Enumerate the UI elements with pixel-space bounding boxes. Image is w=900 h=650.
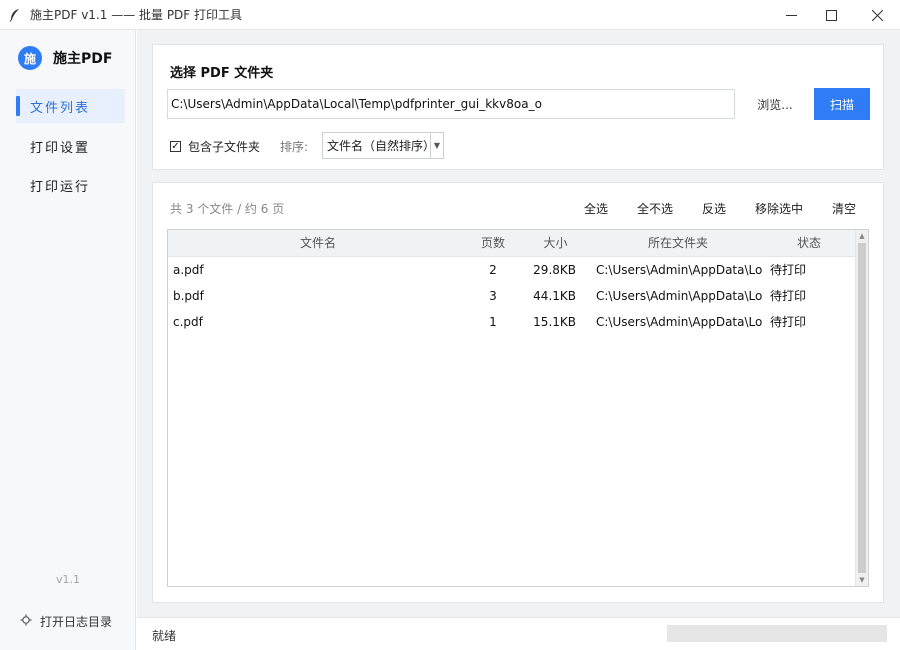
column-header-folder[interactable]: 所在文件夹 [593,230,763,257]
chevron-down-icon[interactable]: ▼ [430,133,443,158]
cell-pages: 2 [489,263,497,277]
cell-status: 待打印 [770,289,807,303]
sort-selected-value: 文件名（自然排序） [327,139,430,153]
cell-pages: 1 [489,315,497,329]
window-title: 施主PDF v1.1 —— 批量 PDF 打印工具 [30,8,243,22]
table-row[interactable]: b.pdf 3 44.1KB C:\Users\Admin\AppData\Lo… [168,283,855,309]
sidebar-item-label: 打印运行 [30,179,91,195]
vertical-scrollbar[interactable]: ▲ ▼ [855,230,868,586]
sort-label: 排序: [280,140,309,154]
sidebar-item-label: 打印设置 [30,140,91,156]
table-row[interactable]: c.pdf 1 15.1KB C:\Users\Admin\AppData\Lo… [168,309,855,335]
progress-bar [667,625,887,642]
column-header-name[interactable]: 文件名 [168,230,468,257]
cell-size: 15.1KB [533,315,576,329]
title-bar: 施主PDF v1.1 —— 批量 PDF 打印工具 [0,0,900,30]
scroll-down-icon[interactable]: ▼ [856,574,868,586]
sidebar-item-label: 文件列表 [30,100,91,116]
table-header: 文件名 页数 大小 所在文件夹 状态 [168,230,855,257]
cell-size: 29.8KB [533,263,576,277]
maximize-button[interactable] [808,0,854,30]
select-all-button[interactable]: 全选 [584,200,608,217]
main-content: 选择 PDF 文件夹 浏览... 扫描 ✓ 包含子文件夹 排序: 文件名（自然排… [137,30,900,617]
include-subfolders-label: 包含子文件夹 [188,140,261,154]
cell-folder: C:\Users\Admin\AppData\Local\Temp\pdfpri… [596,263,762,277]
close-button[interactable] [854,0,900,30]
brand-logo: 施 [18,46,42,70]
open-log-dir-button[interactable]: 打开日志目录 [20,613,112,630]
include-subfolders-checkbox[interactable]: ✓ 包含子文件夹 [170,138,260,155]
feather-icon [0,0,30,30]
brand-name: 施主PDF [53,51,113,67]
table-row[interactable]: a.pdf 2 29.8KB C:\Users\Admin\AppData\Lo… [168,257,855,283]
folder-section-title: 选择 PDF 文件夹 [170,66,274,81]
open-log-dir-label: 打开日志目录 [40,615,113,629]
sort-select[interactable]: 文件名（自然排序） ▼ [322,132,444,159]
remove-selected-button[interactable]: 移除选中 [755,200,803,217]
cell-folder: C:\Users\Admin\AppData\Local\Temp\pdfpri… [596,315,762,329]
cell-name: a.pdf [173,263,204,277]
cell-folder: C:\Users\Admin\AppData\Local\Temp\pdfpri… [596,289,762,303]
scan-button[interactable]: 扫描 [814,88,870,120]
file-summary: 共 3 个文件 / 约 6 页 [170,202,285,216]
cell-status: 待打印 [770,263,807,277]
file-list-panel: 共 3 个文件 / 约 6 页 全选 全不选 反选 移除选中 清空 文件名 页数… [152,182,884,603]
cell-name: b.pdf [173,289,204,303]
browse-button[interactable]: 浏览... [747,89,803,119]
column-header-size[interactable]: 大小 [518,230,593,257]
folder-path-input[interactable] [167,89,735,119]
select-none-button[interactable]: 全不选 [637,200,673,217]
status-bar: 就绪 [137,617,900,650]
sidebar-item-print-settings[interactable]: 打印设置 [16,129,125,163]
clear-button[interactable]: 清空 [832,200,856,217]
column-header-pages[interactable]: 页数 [468,230,518,257]
column-header-status[interactable]: 状态 [763,230,855,257]
checkbox-box[interactable]: ✓ [170,141,181,152]
cell-status: 待打印 [770,315,807,329]
gear-icon [20,614,32,630]
scroll-up-icon[interactable]: ▲ [856,230,868,242]
version-label: v1.1 [55,573,80,586]
status-text: 就绪 [152,629,177,643]
folder-panel: 选择 PDF 文件夹 浏览... 扫描 ✓ 包含子文件夹 排序: 文件名（自然排… [152,44,884,170]
invert-selection-button[interactable]: 反选 [702,200,726,217]
cell-name: c.pdf [173,315,203,329]
cell-size: 44.1KB [533,289,576,303]
brand: 施 施主PDF [18,46,112,70]
sidebar: 施 施主PDF 文件列表 打印设置 打印运行 v1.1 打开日志目录 [0,30,136,650]
file-table: 文件名 页数 大小 所在文件夹 状态 a.pdf 2 29.8KB C:\Use… [167,229,869,587]
sidebar-item-file-list[interactable]: 文件列表 [16,89,125,123]
scroll-thumb[interactable] [858,243,866,573]
cell-pages: 3 [489,289,497,303]
sidebar-item-print-run[interactable]: 打印运行 [16,168,125,202]
